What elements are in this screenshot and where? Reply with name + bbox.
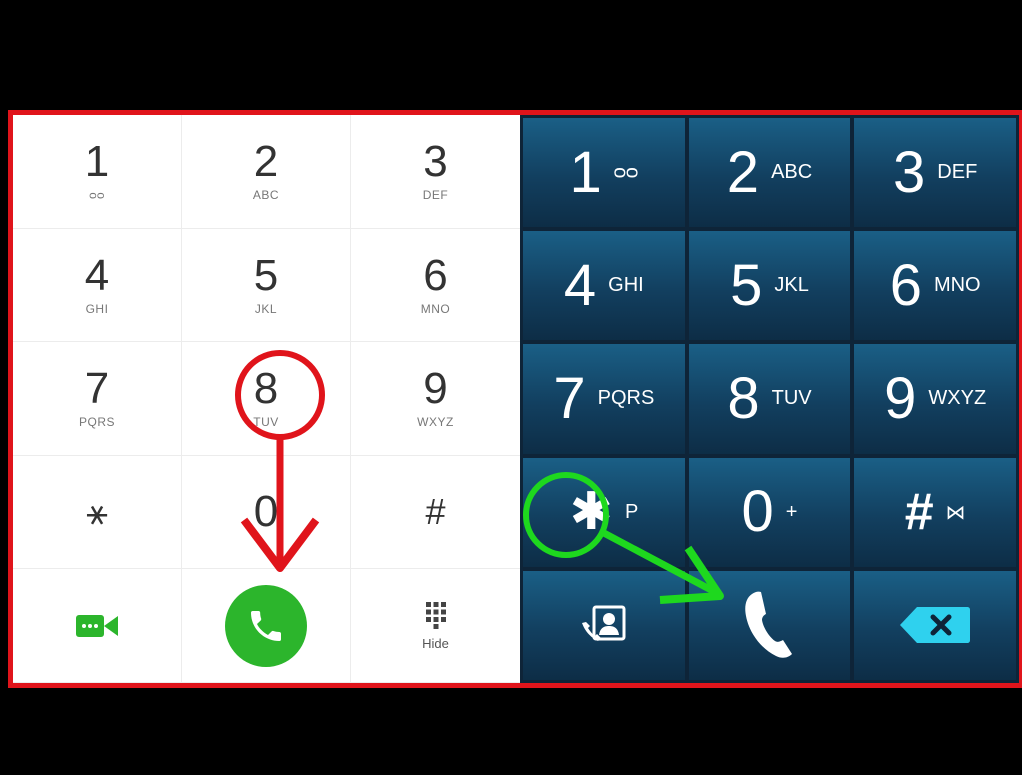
keypad-grid-icon [425,602,446,630]
light-dialer-keypad: 1 ᴑᴑ 2 ABC 3 DEF 4 GHI 5 JKL 6 MNO 7 PQRS 8 TUV … [13,115,520,683]
key-4[interactable]: 4 GHI [523,231,685,341]
phone-icon [251,610,281,641]
key-digit: 7 [84,364,110,414]
key-digit: 0 [253,487,279,537]
key-letters: GHI [608,274,644,297]
key-0[interactable]: 0 [182,455,351,570]
key-digit: 8 [253,364,279,414]
key-letters: ABC [771,161,813,184]
key-letters: TUV [253,415,279,430]
key-1[interactable]: 1 ᴑᴑ [13,115,182,229]
key-letters: MNO [420,301,451,316]
key-digit: 6 [423,250,448,300]
key-digit: 8 [727,365,760,431]
key-6[interactable]: 6 MNO [351,229,520,343]
key-hash[interactable]: # [351,456,520,570]
call-button[interactable] [688,570,851,680]
key-letters: PQRS [597,387,655,410]
key-digit: 1 [569,139,602,205]
key-digit: 3 [423,137,448,187]
key-7[interactable]: 7 PQRS [523,344,685,454]
star-symbol: ✱ [569,483,613,542]
key-9[interactable]: 9 WXYZ [854,344,1016,454]
key-4[interactable]: 4 GHI [13,228,182,343]
key-6[interactable]: 6 MNO [854,231,1016,341]
key-digit: 2 [726,139,760,205]
key-7[interactable]: 7 PQRS [13,342,182,456]
vibrate-icon: ⋈ [945,501,966,524]
key-hash[interactable]: # ⋈ [854,457,1016,567]
key-8[interactable]: 8 TUV [688,344,851,454]
phone-icon [745,591,793,659]
key-2[interactable]: 2 ABC [182,115,351,229]
key-letters: WXYZ [928,387,987,410]
key-digit: 9 [884,365,917,431]
contacts-button[interactable] [523,570,685,680]
key-3[interactable]: 3 DEF [854,118,1016,228]
comparison-frame: 1 ᴑᴑ 2 ABC 3 DEF 4 GHI 5 JKL 6 MNO 7 PQRS 8 TUV … [8,110,1022,688]
key-digit: 5 [730,252,763,318]
dark-dialer-keypad: 1 ᴑᴑ 2 ABC 3 DEF 4 GHI 5 JKL 6 MNO 7 PQRS 8 TUV … [520,115,1019,683]
call-button-circle [225,584,307,667]
key-9[interactable]: 9 WXYZ [351,342,520,456]
key-8[interactable]: 8 TUV [182,342,351,456]
key-letters: TUV [771,387,812,410]
key-digit: 3 [893,139,926,205]
star-symbol: ⚹ [86,490,108,532]
key-letters: PQRS [78,415,115,430]
key-digit: 4 [84,250,110,300]
hash-symbol: # [425,491,446,533]
key-letters: JKL [254,301,278,316]
key-digit: 0 [741,479,774,545]
key-digit: 4 [563,252,597,318]
backspace-icon [900,607,971,644]
backspace-button[interactable] [854,570,1016,680]
key-digit: 9 [423,364,448,414]
hash-symbol: # [904,483,934,542]
key-letters: ABC [252,188,280,203]
key-digit: 6 [889,252,922,318]
key-star[interactable]: ⚹ [13,455,182,570]
hide-label: Hide [422,636,449,652]
key-star[interactable]: ✱ P [523,457,685,567]
key-digit: 5 [253,250,279,300]
key-0[interactable]: 0 + [688,457,851,567]
key-letters: P [624,500,639,523]
key-letters: DEF [422,188,449,203]
key-digit: 2 [253,137,279,187]
video-call-icon [76,614,118,637]
video-call-button[interactable] [13,569,182,683]
key-2[interactable]: 2 ABC [688,118,851,228]
key-letters: MNO [933,274,981,297]
call-button[interactable] [182,569,351,683]
key-digit: 7 [553,365,586,431]
key-5[interactable]: 5 JKL [182,228,351,343]
contacts-icon [581,605,626,642]
key-3[interactable]: 3 DEF [351,115,520,229]
key-letters: DEF [937,161,978,184]
key-letters: + [785,500,798,523]
key-letters: GHI [85,301,109,316]
voicemail-icon: ᴑᴑ [89,188,105,203]
hide-keypad-button[interactable]: Hide [351,569,520,683]
key-digit: 1 [84,137,110,187]
key-letters: JKL [774,274,809,297]
voicemail-icon: ᴑᴑ [613,161,639,184]
key-5[interactable]: 5 JKL [688,231,851,341]
key-letters: WXYZ [417,415,454,430]
key-1[interactable]: 1 ᴑᴑ [523,118,685,228]
